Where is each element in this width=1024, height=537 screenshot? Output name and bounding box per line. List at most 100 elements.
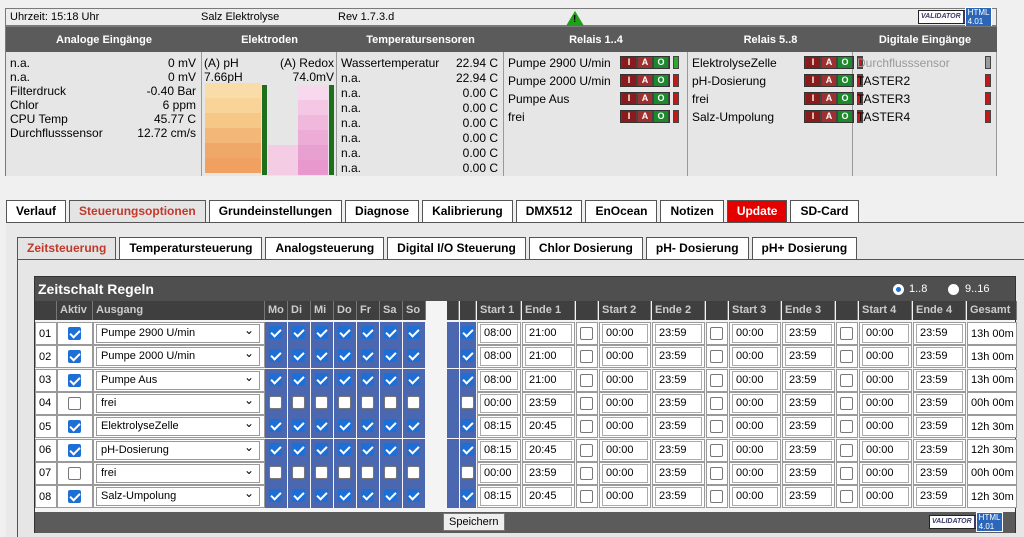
warning-green-icon[interactable]: ! xyxy=(566,11,584,26)
tab-enocean[interactable]: EnOcean xyxy=(585,200,658,222)
tab-diagnose[interactable]: Diagnose xyxy=(345,200,420,222)
day-checkbox[interactable] xyxy=(407,419,420,433)
s4-input[interactable]: 00:00 xyxy=(862,324,909,343)
save-button[interactable]: Speichern xyxy=(443,513,505,531)
e4-input[interactable]: 23:59 xyxy=(916,370,963,390)
timer4-checkbox[interactable] xyxy=(840,490,853,504)
timer3-checkbox[interactable] xyxy=(710,466,723,480)
day-checkbox[interactable] xyxy=(361,465,374,479)
s2-input[interactable]: 00:00 xyxy=(602,463,648,483)
day-checkbox[interactable] xyxy=(315,489,328,503)
aktiv-checkbox[interactable] xyxy=(68,420,81,434)
day-checkbox[interactable] xyxy=(292,419,305,433)
timer4-checkbox[interactable] xyxy=(840,327,853,340)
day-checkbox[interactable] xyxy=(269,489,282,503)
e4-input[interactable]: 23:59 xyxy=(916,417,963,437)
relay-mode-i[interactable]: I xyxy=(622,93,636,104)
tab-steuerungsoptionen[interactable]: Steuerungsoptionen xyxy=(69,200,206,222)
s1-input[interactable]: 08:00 xyxy=(480,370,518,390)
day-checkbox[interactable] xyxy=(407,349,420,363)
radio-page-2[interactable] xyxy=(948,284,959,295)
day-checkbox[interactable] xyxy=(384,372,397,386)
relay-mode-a[interactable]: A xyxy=(638,93,652,104)
timer4-checkbox[interactable] xyxy=(840,373,853,387)
timer2-checkbox[interactable] xyxy=(580,350,593,364)
day-checkbox[interactable] xyxy=(361,489,374,503)
day-checkbox[interactable] xyxy=(384,419,397,433)
tab-verlauf[interactable]: Verlauf xyxy=(6,200,67,222)
s1-input[interactable]: 08:00 xyxy=(480,347,518,367)
s3-input[interactable]: 00:00 xyxy=(732,370,778,390)
day-checkbox[interactable] xyxy=(315,395,328,409)
day-checkbox[interactable] xyxy=(338,419,351,433)
e3-input[interactable]: 23:59 xyxy=(785,440,832,460)
relay-mode-a[interactable]: A xyxy=(822,93,836,104)
timer3-checkbox[interactable] xyxy=(710,350,723,364)
s1-input[interactable]: 08:15 xyxy=(480,487,518,507)
e2-input[interactable]: 23:59 xyxy=(655,393,702,413)
e2-input[interactable]: 23:59 xyxy=(655,347,702,367)
tab-notizen[interactable]: Notizen xyxy=(660,200,724,222)
day-checkbox[interactable] xyxy=(384,349,397,363)
timer3-checkbox[interactable] xyxy=(710,327,723,340)
day-checkbox[interactable] xyxy=(269,326,282,339)
day-checkbox[interactable] xyxy=(384,465,397,479)
timer3-checkbox[interactable] xyxy=(710,490,723,504)
day-checkbox[interactable] xyxy=(407,372,420,386)
day-checkbox[interactable] xyxy=(269,442,282,456)
relay-mode-i[interactable]: I xyxy=(622,111,636,122)
relay-mode-a[interactable]: A xyxy=(822,75,836,86)
day-checkbox[interactable] xyxy=(384,395,397,409)
s1-input[interactable]: 08:15 xyxy=(480,417,518,437)
s3-input[interactable]: 00:00 xyxy=(732,440,778,460)
ausgang-select[interactable]: Pumpe 2000 U/min xyxy=(96,345,260,367)
timer3-checkbox[interactable] xyxy=(710,373,723,387)
subtab-chlor-dosierung[interactable]: Chlor Dosierung xyxy=(528,237,643,259)
validator-badge[interactable]: VALIDATOR HTML 4.01 xyxy=(918,7,993,27)
timer2-checkbox[interactable] xyxy=(580,490,593,504)
ausgang-select[interactable]: Pumpe Aus xyxy=(96,369,260,390)
relay-iao-switch[interactable]: IAO xyxy=(804,74,854,87)
day-checkbox[interactable] xyxy=(269,395,282,409)
relay-mode-i[interactable]: I xyxy=(806,93,820,104)
day-checkbox[interactable] xyxy=(338,372,351,386)
timer1-checkbox[interactable] xyxy=(461,395,474,409)
s4-input[interactable]: 00:00 xyxy=(862,487,909,507)
e4-input[interactable]: 23:59 xyxy=(916,393,963,413)
s2-input[interactable]: 00:00 xyxy=(602,370,648,390)
day-checkbox[interactable] xyxy=(269,419,282,433)
day-checkbox[interactable] xyxy=(292,442,305,456)
relay-iao-switch[interactable]: IAO xyxy=(620,56,670,69)
s1-input[interactable]: 08:15 xyxy=(480,440,518,460)
e1-input[interactable]: 21:00 xyxy=(525,370,572,390)
relay-mode-i[interactable]: I xyxy=(622,75,636,86)
relay-mode-a[interactable]: A xyxy=(638,111,652,122)
subtab-zeitsteuerung[interactable]: Zeitsteuerung xyxy=(17,237,117,259)
relay-mode-i[interactable]: I xyxy=(806,57,820,68)
ausgang-select[interactable]: frei xyxy=(96,392,260,413)
day-checkbox[interactable] xyxy=(361,349,374,363)
timer4-checkbox[interactable] xyxy=(840,443,853,457)
s1-input[interactable]: 08:00 xyxy=(480,324,518,343)
s4-input[interactable]: 00:00 xyxy=(862,440,909,460)
timer4-checkbox[interactable] xyxy=(840,466,853,480)
e1-input[interactable]: 20:45 xyxy=(525,417,572,437)
day-checkbox[interactable] xyxy=(292,489,305,503)
timer2-checkbox[interactable] xyxy=(580,327,593,340)
day-checkbox[interactable] xyxy=(338,465,351,479)
s3-input[interactable]: 00:00 xyxy=(732,347,778,367)
relay-mode-o[interactable]: O xyxy=(838,111,852,122)
timer2-checkbox[interactable] xyxy=(580,420,593,434)
timer1-checkbox[interactable] xyxy=(461,442,474,456)
day-checkbox[interactable] xyxy=(315,372,328,386)
subtab-ph-dosierung[interactable]: pH- Dosierung xyxy=(645,237,749,259)
day-checkbox[interactable] xyxy=(384,326,397,339)
e1-input[interactable]: 20:45 xyxy=(525,440,572,460)
subtab-ph-dosierung[interactable]: pH+ Dosierung xyxy=(751,237,858,259)
day-checkbox[interactable] xyxy=(407,326,420,339)
day-checkbox[interactable] xyxy=(361,442,374,456)
s3-input[interactable]: 00:00 xyxy=(732,463,778,483)
timer3-checkbox[interactable] xyxy=(710,420,723,434)
s4-input[interactable]: 00:00 xyxy=(862,417,909,437)
e4-input[interactable]: 23:59 xyxy=(916,487,963,507)
